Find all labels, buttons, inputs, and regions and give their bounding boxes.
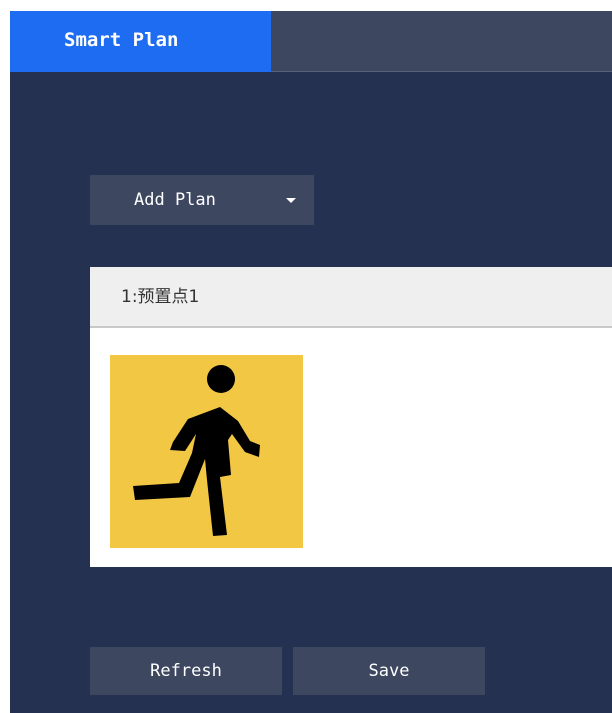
add-plan-dropdown[interactable]: Add Plan (90, 175, 314, 225)
plan-panel: 1:预置点1 (90, 267, 612, 567)
tab-smart-plan[interactable]: Smart Plan (10, 11, 271, 72)
save-button[interactable]: Save (293, 647, 485, 695)
add-plan-label: Add Plan (134, 190, 216, 210)
tab-bar: Smart Plan (10, 11, 612, 72)
refresh-button[interactable]: Refresh (90, 647, 282, 695)
caret-down-icon (286, 198, 296, 203)
running-person-icon[interactable] (110, 355, 303, 548)
smart-plan-page: Smart Plan Add Plan 1:预置点1 Refresh Save (10, 11, 612, 713)
plan-title: 1:预置点1 (90, 267, 612, 328)
